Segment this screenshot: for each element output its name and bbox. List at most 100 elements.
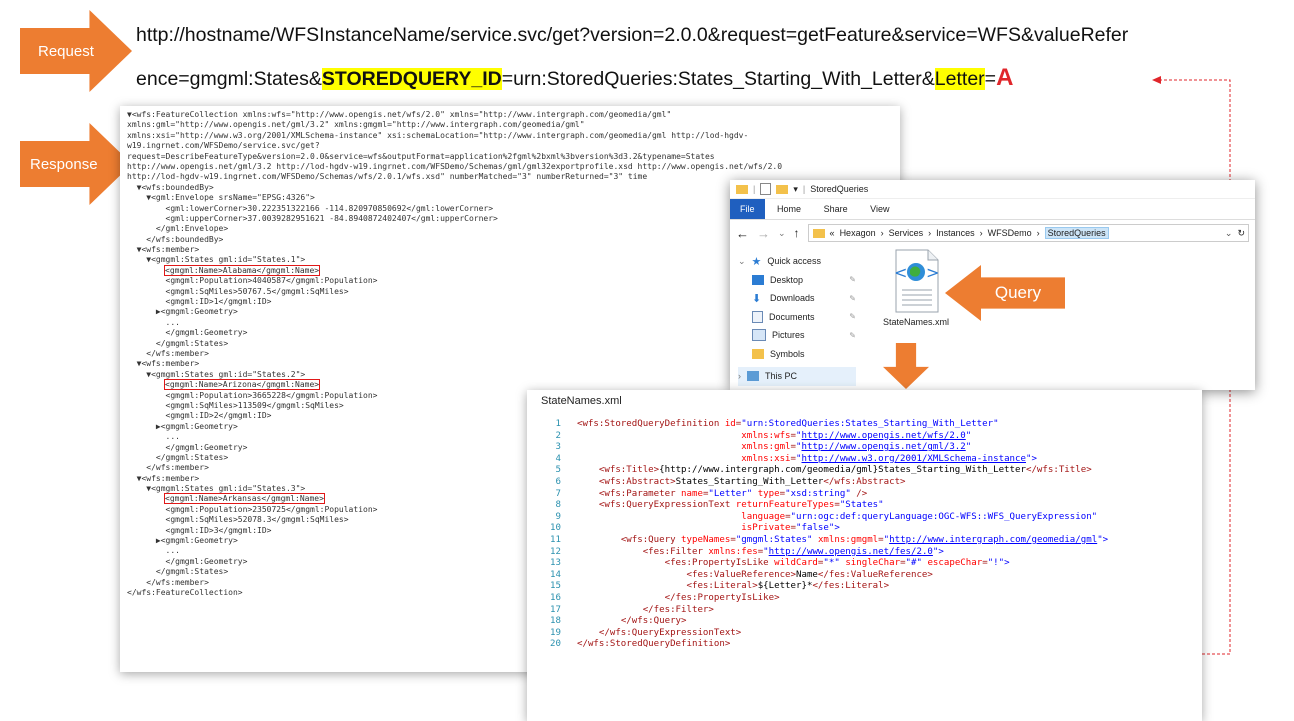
xml-line: http://www.opengis.net/gml/3.2 http://lo… (127, 161, 783, 171)
pin-icon[interactable]: ✎ (849, 294, 856, 303)
code-token: </fes:ValueReference> (817, 569, 933, 580)
code-text: <wfs:Abstract>States_Starting_With_Lette… (577, 477, 906, 489)
breadcrumb-separator: › (928, 228, 932, 238)
breadcrumb-hexagon[interactable]: Hexagon (840, 228, 876, 238)
nav-item-documents[interactable]: Documents ✎ (738, 308, 856, 327)
code-token: </fes:Literal> (812, 581, 890, 592)
code-token: "> (1025, 453, 1037, 464)
qat-dropdown-icon[interactable]: ▾ (793, 184, 798, 195)
code-token: http://www.opengis.net/wfs/2.0 (801, 430, 966, 441)
folder-icon (812, 228, 825, 238)
star-icon: ★ (751, 255, 762, 268)
line-number: 16 (550, 592, 561, 603)
breadcrumb-services[interactable]: Services (889, 228, 924, 238)
nav-quick-access[interactable]: ⌄ ★ Quick access (738, 252, 856, 271)
code-token: </wfs:QueryExpressionText> (598, 627, 742, 638)
code-line: 14 <fes:ValueReference>Name</fes:ValueRe… (527, 570, 1202, 582)
code-text: xmlns:wfs="http://www.opengis.net/wfs/2.… (577, 431, 971, 443)
breadcrumb-wfsdemo[interactable]: WFSDemo (988, 228, 1032, 238)
file-item-statenames[interactable]: < > StateNames.xml (878, 248, 954, 327)
tab-view[interactable]: View (860, 199, 899, 219)
ribbon-tabs: File Home Share View (730, 199, 1255, 220)
code-line: 4 xmlns:xsi="http://www.w3.org/2001/XMLS… (527, 454, 1202, 466)
letter-param-highlight: Letter (934, 68, 985, 90)
nav-item-downloads[interactable]: ⬇ Downloads ✎ (738, 289, 856, 308)
refresh-icon[interactable]: ↻ (1237, 228, 1248, 239)
code-text: <fes:Literal>${Letter}*</fes:Literal> (577, 581, 890, 593)
address-bar[interactable]: « Hexagon › Services › Instances › WFSDe… (807, 224, 1249, 242)
code-token: isPrivate (741, 523, 791, 534)
code-token: http://www.opengis.net/fes/2.0 (768, 546, 933, 557)
code-token: </fes:PropertyIsLike> (664, 592, 780, 603)
code-line: 13 <fes:PropertyIsLike wildCard="*" sing… (527, 558, 1202, 570)
nav-item-desktop[interactable]: Desktop ✎ (738, 271, 856, 290)
code-token: <fes:ValueReference> (686, 569, 797, 580)
address-dropdown-icon[interactable]: ⌄ (1225, 228, 1233, 239)
breadcrumb-instances[interactable]: Instances (936, 228, 975, 238)
breadcrumb-overflow[interactable]: « (830, 228, 835, 238)
line-number: 11 (550, 534, 561, 545)
code-area[interactable]: 1 <wfs:StoredQueryDefinition id="urn:Stor… (527, 415, 1202, 651)
code-text: isPrivate="false"> (577, 523, 840, 535)
properties-icon[interactable] (760, 183, 772, 195)
back-icon[interactable]: ← (736, 226, 749, 241)
code-text: </wfs:Query> (577, 616, 687, 628)
tab-file[interactable]: File (730, 199, 765, 219)
pin-icon[interactable]: ✎ (849, 275, 856, 284)
tab-home[interactable]: Home (767, 199, 811, 219)
nav-label: Pictures (772, 330, 805, 341)
recent-dropdown-icon[interactable]: ⌄ (778, 228, 786, 239)
breadcrumb-current[interactable]: StoredQueries (1044, 227, 1109, 239)
nav-label: Downloads (770, 293, 815, 304)
response-label: Response (30, 155, 98, 173)
url-segment: ence=gmgml:States& (136, 68, 322, 90)
chevron-right-icon[interactable]: › (738, 371, 741, 381)
line-number: 18 (550, 616, 561, 627)
nav-this-pc[interactable]: › This PC (738, 367, 856, 386)
new-folder-icon[interactable] (776, 184, 789, 194)
line-number: 13 (550, 558, 561, 569)
code-token: <wfs:Parameter (598, 488, 682, 499)
nav-item-symbols[interactable]: Symbols (738, 345, 856, 364)
xml-file-icon: < > (894, 249, 939, 313)
nav-label: Symbols (770, 348, 805, 359)
code-text: <wfs:Parameter name="Letter" type="xsd:s… (577, 489, 867, 501)
storedquery-id-highlight: STOREDQUERY_ID (321, 68, 502, 90)
forward-icon[interactable]: → (757, 226, 770, 241)
desktop-icon (752, 274, 764, 285)
nav-label: Desktop (770, 274, 804, 285)
code-token: <wfs:Title> (598, 465, 660, 476)
line-number: 10 (550, 523, 561, 534)
code-token: </wfs:Title> (1025, 465, 1092, 476)
code-token: <fes:Filter (642, 546, 709, 557)
folder-icon (752, 348, 764, 359)
window-title: StoredQueries (810, 184, 869, 194)
code-token: <fes:PropertyIsLike (664, 558, 775, 569)
explorer-titlebar: | ▾ | StoredQueries (730, 180, 1255, 199)
nav-label: This PC (765, 371, 798, 382)
nav-item-pictures[interactable]: Pictures ✎ (738, 326, 856, 345)
code-token: xmlns:xsi (741, 453, 791, 464)
code-token: ${Letter}* (757, 581, 813, 592)
breadcrumb-separator: › (979, 228, 983, 238)
code-token: "false"> (796, 523, 840, 534)
code-line: 10 isPrivate="false"> (527, 523, 1202, 535)
chevron-down-icon[interactable]: ⌄ (738, 256, 746, 267)
letter-value: A (996, 64, 1014, 91)
tab-share[interactable]: Share (814, 199, 858, 219)
pin-icon[interactable]: ✎ (849, 331, 856, 340)
pin-icon[interactable]: ✎ (849, 312, 856, 321)
code-line: 9 language="urn:ogc:def:queryLanguage:OG… (527, 512, 1202, 524)
code-token: <fes:Literal> (686, 581, 758, 592)
code-text: <wfs:StoredQueryDefinition id="urn:Store… (577, 419, 999, 431)
up-icon[interactable]: ↑ (794, 226, 800, 240)
line-number: 1 (555, 419, 561, 429)
code-token: </wfs:Query> (620, 616, 687, 627)
